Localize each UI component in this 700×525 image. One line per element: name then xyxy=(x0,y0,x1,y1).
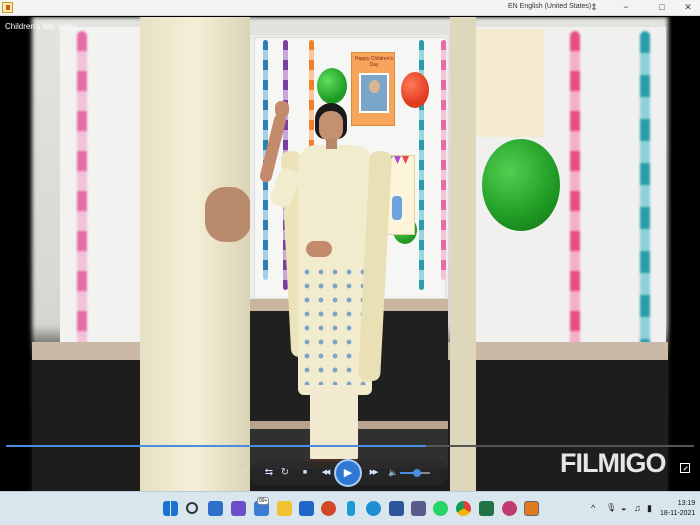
volume-slider[interactable] xyxy=(400,469,430,477)
volume-icon[interactable]: 🔈 xyxy=(386,466,400,480)
blur-dress-edge xyxy=(450,17,476,491)
blur-streamer xyxy=(640,31,650,347)
stop-icon[interactable]: ■ xyxy=(298,466,312,480)
player-controls: ⇆ ↻ ■ ◀◀ ▶ ▶▶ 🔈 xyxy=(250,461,448,485)
wifi-icon[interactable]: ◒ xyxy=(621,503,626,513)
shuffle-icon[interactable]: ⇆ xyxy=(262,466,276,480)
word-icon[interactable] xyxy=(389,501,404,516)
filmigo-taskbar-icon[interactable] xyxy=(524,501,539,516)
volume-knob[interactable] xyxy=(412,469,421,477)
kid-drawing xyxy=(392,196,402,220)
blur-hand xyxy=(205,187,251,242)
taskbar: 99+ ^ 🎙 ◒ ♫ ▮ 13:19 18-11-2021 xyxy=(0,491,700,525)
blur-streamer xyxy=(77,31,87,351)
video-title: Children's day video xyxy=(5,22,77,31)
excel-icon[interactable] xyxy=(479,501,494,516)
app-icon xyxy=(2,2,13,13)
blur-streamer xyxy=(570,31,580,347)
maximize-button[interactable]: □ xyxy=(650,0,674,16)
language-indicator[interactable]: EN English (United States) xyxy=(508,3,591,10)
legs xyxy=(310,387,358,461)
teams-icon[interactable] xyxy=(231,501,246,516)
rewind-icon[interactable]: ◀◀ xyxy=(316,466,334,480)
clasped-hands xyxy=(306,241,332,257)
blur-dress xyxy=(140,17,250,491)
clock[interactable]: 13:19 18-11-2021 xyxy=(660,499,696,519)
forward-icon[interactable]: ▶▶ xyxy=(364,466,382,480)
clock-date: 18-11-2021 xyxy=(660,510,696,517)
task-view-icon[interactable] xyxy=(208,501,223,516)
powerpoint-icon[interactable] xyxy=(321,501,336,516)
title-bar: EN English (United States) ⇕ − □ ✕ xyxy=(0,0,700,16)
seek-progress xyxy=(6,445,426,447)
repeat-icon[interactable]: ↻ xyxy=(278,466,292,480)
childrens-day-poster: Happy Children's Day xyxy=(351,52,395,126)
video-frame: Happy Children's Day xyxy=(250,35,448,469)
filmigo-watermark: FILMIGO xyxy=(560,448,666,478)
file-explorer-icon[interactable] xyxy=(277,501,292,516)
chrome-icon[interactable] xyxy=(456,501,471,516)
face xyxy=(319,111,343,141)
search-icon[interactable] xyxy=(186,502,198,514)
play-button[interactable]: ▶ xyxy=(336,461,360,485)
portrait xyxy=(359,73,389,113)
video-player[interactable]: Children's day video Happy Children's Da… xyxy=(0,17,700,491)
bluetooth-icon[interactable] xyxy=(347,501,355,516)
red-balloon xyxy=(401,72,429,108)
speaker-icon[interactable]: ♫ xyxy=(634,503,641,513)
dropbox-icon[interactable] xyxy=(299,501,314,516)
bunting-flag xyxy=(394,156,401,164)
clock-time: 13:19 xyxy=(677,500,696,507)
green-balloon xyxy=(317,68,347,104)
bunting-flag xyxy=(402,156,409,164)
blur-balloon xyxy=(482,139,560,231)
notification-badge: 99+ xyxy=(257,497,270,505)
tray-chevron-icon[interactable]: ^ xyxy=(591,503,595,513)
elapsed-time: 04:19 xyxy=(231,469,249,476)
close-button[interactable]: ✕ xyxy=(676,0,700,16)
fullscreen-icon[interactable] xyxy=(680,463,690,473)
whatsapp-icon[interactable] xyxy=(433,501,448,516)
neck xyxy=(326,139,337,149)
microphone-icon[interactable]: 🎙 xyxy=(606,503,616,512)
store-icon[interactable] xyxy=(411,501,426,516)
app-icon-pink[interactable] xyxy=(502,501,517,516)
edge-icon[interactable] xyxy=(366,501,381,516)
battery-icon[interactable]: ▮ xyxy=(647,503,652,514)
seek-bar[interactable] xyxy=(6,445,694,447)
window-move-icon[interactable]: ⇕ xyxy=(582,0,606,16)
windows-start-icon[interactable] xyxy=(163,501,178,516)
poster-text: Happy Children's Day xyxy=(355,56,393,68)
raised-fist xyxy=(275,101,289,117)
streamer xyxy=(441,40,446,280)
minimize-button[interactable]: − xyxy=(614,0,638,16)
